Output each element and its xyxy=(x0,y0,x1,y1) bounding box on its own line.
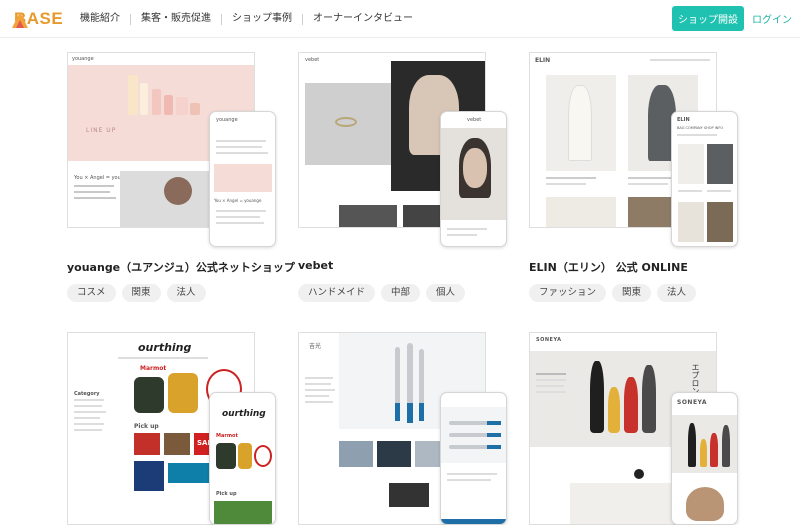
tag-region[interactable]: 中部 xyxy=(381,284,421,302)
screenshot-site-name: ELIN xyxy=(535,57,551,64)
shop-title[interactable]: youange（ユアンジュ）公式ネットショップ xyxy=(67,259,295,275)
screenshot-category: Category xyxy=(74,391,100,397)
screenshot-tagline: You × Angel = youange xyxy=(214,198,262,203)
shop-screenshot-mobile[interactable]: vebet xyxy=(440,111,507,247)
screenshot-site-name: vebet xyxy=(467,117,482,123)
shop-screenshot-mobile[interactable]: youange You × Angel = youange xyxy=(209,111,276,247)
shop-tags: ファッション 関東 法人 xyxy=(529,284,697,302)
main-nav: 機能紹介 集客・販売促進 ショップ事例 オーナーインタビュー xyxy=(80,11,423,27)
screenshot-section: Pick up xyxy=(216,491,237,497)
screenshot-site-name: ourthing xyxy=(222,409,266,419)
shop-screenshot-mobile[interactable]: SONEYA xyxy=(671,392,738,525)
shop-screenshot-mobile[interactable] xyxy=(440,392,507,525)
screenshot-site-name: youange xyxy=(216,117,238,123)
screenshot-hero-text: LINE UP xyxy=(86,127,117,134)
screenshot-site-name: ELIN xyxy=(677,117,690,123)
tag-category[interactable]: ファッション xyxy=(529,284,607,302)
screenshot-brand: Marmot xyxy=(140,365,167,372)
screenshot-site-name: SONEYA xyxy=(677,399,707,406)
shop-title[interactable]: vebet xyxy=(298,259,333,272)
shop-screenshot-mobile[interactable]: ourthing Marmot Pick up xyxy=(209,392,276,525)
tag-type[interactable]: 法人 xyxy=(166,284,206,302)
nav-item-marketing[interactable]: 集客・販売促進 xyxy=(131,11,221,27)
tag-region[interactable]: 関東 xyxy=(121,284,161,302)
screenshot-site-name: youange xyxy=(72,56,94,62)
login-link[interactable]: ログイン xyxy=(752,11,792,26)
shop-tags: コスメ 関東 法人 xyxy=(67,284,206,302)
tag-type[interactable]: 個人 xyxy=(426,284,466,302)
tag-category[interactable]: コスメ xyxy=(67,284,116,302)
nav-item-shop-cases[interactable]: ショップ事例 xyxy=(222,11,302,27)
backpack-image xyxy=(134,377,164,413)
nav-item-features[interactable]: 機能紹介 xyxy=(80,11,130,27)
screenshot-menu: BAG COMPANY SHOP INFO xyxy=(677,126,724,130)
screenshot-brand: Marmot xyxy=(216,433,238,439)
screenshot-vertical-text: エプロン xyxy=(691,363,700,395)
screenshot-site-name: SONEYA xyxy=(536,337,562,343)
shop-tags: ハンドメイド 中部 個人 xyxy=(298,284,466,302)
screenshot-site-name: 吉光 xyxy=(309,343,322,350)
tag-category[interactable]: ハンドメイド xyxy=(298,284,376,302)
tag-type[interactable]: 法人 xyxy=(657,284,697,302)
open-shop-button[interactable]: ショップ開設 xyxy=(672,6,744,31)
screenshot-section: Pick up xyxy=(134,423,159,430)
tag-region[interactable]: 関東 xyxy=(612,284,652,302)
site-header: BASE 機能紹介 集客・販売促進 ショップ事例 オーナーインタビュー ショップ… xyxy=(0,0,800,38)
nav-item-owner-interview[interactable]: オーナーインタビュー xyxy=(303,11,423,27)
model-photo xyxy=(120,171,210,227)
screenshot-site-name: ourthing xyxy=(138,341,192,354)
shop-title[interactable]: ELIN（エリン） 公式 ONLINE xyxy=(529,259,688,275)
shop-screenshot-mobile[interactable]: ELIN BAG COMPANY SHOP INFO xyxy=(671,111,738,247)
base-logo[interactable]: BASE xyxy=(12,8,63,30)
screenshot-site-name: vebet xyxy=(305,57,320,63)
